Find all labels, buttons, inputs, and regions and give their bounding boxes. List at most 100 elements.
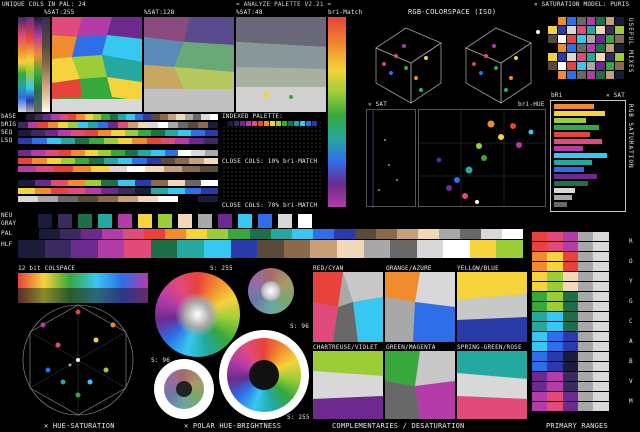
half-tone-swatch-row <box>18 240 523 258</box>
primary-range-row <box>532 242 624 251</box>
polar-wheel-s255-large <box>155 272 240 357</box>
sat128-label: %SAT:128 <box>144 9 175 16</box>
mix-row-5 <box>18 188 219 194</box>
footer-hue-sat: ✕ HUE-SATURATION <box>44 422 115 430</box>
primary-range-cell <box>532 262 548 271</box>
palette-grid-cell <box>605 53 615 61</box>
swatch <box>176 114 185 120</box>
swatch <box>89 158 104 164</box>
primary-range-cell <box>547 342 563 351</box>
bri-sat-bar <box>554 174 597 179</box>
swatch <box>38 122 48 128</box>
label-pal: PAL <box>1 230 13 237</box>
swatch <box>117 114 127 120</box>
indexed-palette-cell <box>240 121 245 126</box>
sat48-voronoi-cells <box>236 17 326 112</box>
primary-range-letter: Y <box>629 278 633 285</box>
swatch <box>57 150 72 156</box>
brig-row <box>18 122 218 128</box>
swatch <box>181 166 200 172</box>
swatch <box>34 188 52 194</box>
primary-range-cell <box>593 302 609 311</box>
palette-grid-cell <box>596 62 605 70</box>
swatch <box>98 122 108 128</box>
palette-grid-cell <box>586 62 596 70</box>
sat-small-label: ✕ SAT <box>606 92 626 99</box>
primary-range-cell <box>593 372 609 381</box>
swatch <box>168 188 185 194</box>
palette-grid-cell <box>596 17 605 25</box>
comp-label-red-cyan: RED/CYAN <box>313 265 344 272</box>
primary-range-row <box>532 292 624 301</box>
swatch <box>158 196 178 202</box>
swatch <box>158 122 168 128</box>
swatch <box>57 130 72 136</box>
palette-grid-cell <box>557 44 567 52</box>
swatch <box>204 130 218 136</box>
palette-grid-cell <box>596 44 605 52</box>
neutral-swatch <box>258 214 272 228</box>
polar-wheel-s96-small <box>248 268 294 314</box>
sat48-label: %SAT:48 <box>236 9 263 16</box>
primary-range-cell <box>562 252 578 261</box>
label-brig: bRIG <box>1 121 17 128</box>
primary-range-cell <box>547 322 563 331</box>
primary-range-cell <box>547 272 563 281</box>
indexed-palette-cell <box>312 121 317 126</box>
primary-range-cell <box>532 342 548 351</box>
swatch <box>167 114 177 120</box>
palette-swatch <box>186 229 208 239</box>
swatch <box>48 122 58 128</box>
palette-grid-cell <box>567 53 576 61</box>
primary-range-row <box>532 332 624 341</box>
bri-hue-label: bri-HUE <box>518 101 545 108</box>
swatch <box>151 130 165 136</box>
sat255-label: %SAT:255 <box>44 9 75 16</box>
mix-row-1 <box>18 150 218 156</box>
primary-range-cell <box>593 262 609 271</box>
primary-range-cell <box>532 352 548 361</box>
neutral-swatch <box>178 214 192 228</box>
neutral-swatch-row <box>38 214 508 228</box>
primary-range-row <box>532 262 624 271</box>
swatch <box>76 114 85 120</box>
swatch <box>151 180 169 186</box>
primary-range-row <box>532 362 624 371</box>
swatch <box>109 114 118 120</box>
hue-saturation-hexagon <box>22 304 134 416</box>
swatch <box>18 114 27 120</box>
swatch <box>198 122 208 128</box>
swatch <box>68 188 85 194</box>
bri-hue-points <box>419 110 547 208</box>
swatch <box>46 158 61 164</box>
indexed-palette-cell <box>252 121 257 126</box>
saturation-model-label: ✕ SATURATION MODEL: PURIS <box>534 1 630 8</box>
neutral-swatch <box>198 214 212 228</box>
primary-range-cell <box>577 342 594 351</box>
palette-grid-cell <box>567 71 576 79</box>
swatch <box>184 114 193 120</box>
swatch <box>146 138 161 144</box>
palette-grid-cell <box>615 53 624 61</box>
palette-grid-cell <box>576 44 586 52</box>
bri-sat-bar <box>554 111 605 116</box>
half-tone-swatch <box>124 240 151 258</box>
sat255-voronoi <box>52 17 142 112</box>
swatch <box>168 122 178 128</box>
palette-swatch <box>18 229 40 239</box>
swatch <box>60 138 76 144</box>
primary-range-cell <box>608 292 624 301</box>
half-tone-swatch <box>257 240 284 258</box>
swatch <box>18 150 32 156</box>
palette-swatch <box>291 229 313 239</box>
palette-swatch <box>81 229 103 239</box>
swatch <box>18 188 35 194</box>
primary-range-row <box>532 322 624 331</box>
swatch <box>203 158 218 164</box>
indexed-palette-cell <box>270 121 275 126</box>
palette-grid-cell <box>605 35 615 43</box>
primary-range-cell <box>593 252 609 261</box>
swatch <box>84 114 93 120</box>
comp-label-spring-rose: SPRING-GREEN/ROSE <box>457 344 522 351</box>
primary-range-cell <box>593 362 609 371</box>
